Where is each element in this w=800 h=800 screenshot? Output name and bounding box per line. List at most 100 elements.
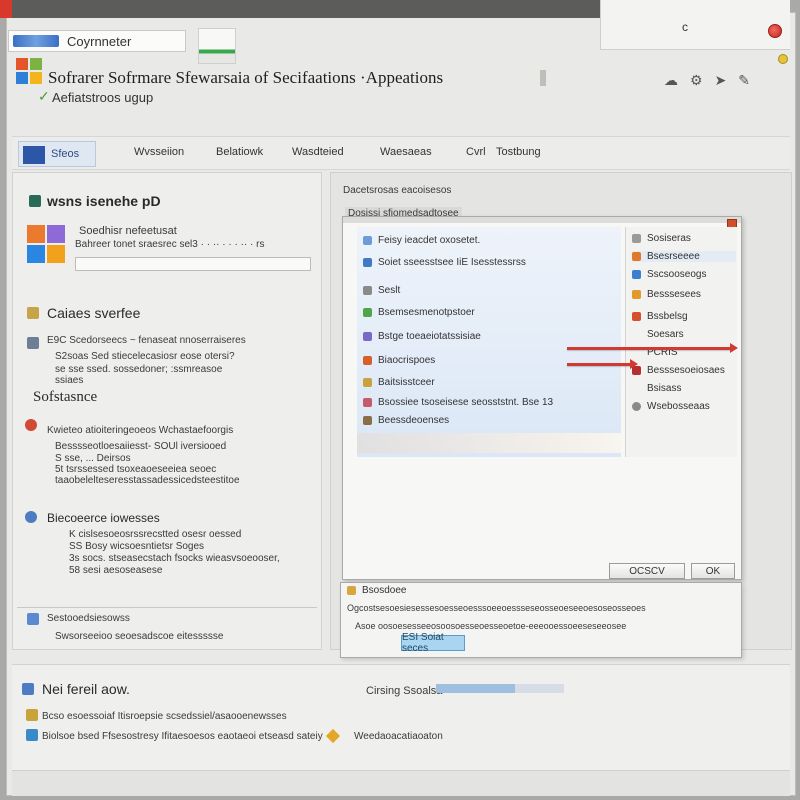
section-heading-1: wsns isenehe pD (47, 193, 161, 209)
list-item[interactable]: Feisy ieacdet oxosetet. (363, 235, 480, 246)
footer-right-label: Weedaoacatiaoaton (354, 731, 443, 742)
secondary-line-1: Ogcostsesoesiesessesoesseoesssoeeoessses… (347, 603, 646, 613)
close-corner[interactable] (0, 0, 12, 18)
list-item[interactable]: Beessdeoenses (363, 415, 449, 426)
footer-heading: Nei fereil aow. (42, 681, 130, 697)
side-item[interactable]: Sscsooseogs (632, 269, 706, 280)
side-item[interactable]: Bsesrseeee (632, 251, 736, 262)
para3-line1: K cislsesoeosrssrecstted osesr oessed (69, 529, 242, 540)
share-icon[interactable]: ➤ (715, 72, 727, 89)
item-icon (363, 416, 372, 425)
para3-line2: SS Bosy wicsoesntietsr Soges (69, 541, 205, 552)
footer-heading: Sestooedsiesowss (47, 613, 130, 624)
footer-line-2: Biolsoe bsed Ffsesostresy Ifitaesoesos e… (42, 731, 323, 742)
footer-area: Nei fereil aow. Bcso esoessoiaf Itisroep… (12, 664, 790, 772)
list-item[interactable]: Bstge toeaeiotatssisiae (363, 331, 481, 342)
info-icon (22, 683, 34, 695)
side-item-label: Soesars (647, 329, 684, 340)
para1-line3: se sse ssed. sossedoner; :ssmreasoe (55, 364, 223, 375)
tab-home[interactable]: Sfeos (18, 141, 96, 167)
side-item-label: Bsesrseeee (647, 251, 700, 262)
section-heading-3: Sofstasnce (33, 389, 98, 405)
list-item[interactable]: Baitsisstceer (363, 377, 435, 388)
secondary-dialog-title-label: Bsosdoee (362, 585, 407, 596)
leaf-icon: ✓ (38, 88, 50, 104)
info-line-2: Bahreer tonet sraesrec sel3 · · ·· · · ·… (75, 239, 265, 250)
para3-line3: 3s socs. stseasecstach fsocks wieasvsoeo… (69, 553, 280, 564)
side-item[interactable]: Bssbelsg (632, 311, 688, 322)
footer-line-1: Bcso esoessoiaf Itisroepsie scsedssiel/a… (42, 711, 287, 722)
side-item[interactable]: Bsisass (632, 383, 681, 394)
list-hover-strip (357, 433, 621, 453)
side-item[interactable]: Besssesoeiosaes (632, 365, 725, 376)
item-icon (363, 378, 372, 387)
item-icon (363, 286, 372, 295)
progress-label: Cirsing Ssoalsa (366, 685, 443, 697)
close-button[interactable] (768, 24, 782, 38)
para2-line3: S sse, ... Deirsos (55, 453, 131, 464)
path-field[interactable] (75, 257, 311, 271)
side-item[interactable]: Sosiseras (632, 233, 691, 244)
status-indicator (198, 28, 236, 64)
list-item[interactable]: Seslt (363, 285, 400, 296)
para1-line1: E9C Scedorseecs ~ fenaseat nnoserraisere… (47, 335, 246, 346)
browser-tab[interactable] (600, 0, 790, 50)
minimize-button[interactable] (778, 54, 788, 64)
list-item[interactable]: Bsossiee tsoseisese seosststnt. Bse 13 (363, 397, 553, 408)
item-icon (363, 356, 372, 365)
tab-version[interactable]: Wvsseiion (134, 146, 184, 158)
side-icon (632, 312, 641, 321)
side-item[interactable]: Besssesees (632, 289, 701, 300)
list-item-label: Seslt (378, 285, 401, 296)
tab-waesaeas[interactable]: Waesaeas (380, 146, 432, 158)
list-item-label: Bstge toeaeiotatssisiae (378, 331, 481, 342)
shield-icon (29, 195, 41, 207)
cloud-icon[interactable]: ☁ (664, 72, 678, 89)
list-item[interactable]: Biaocrispoes (363, 355, 435, 366)
brand-logo-icon (13, 35, 59, 47)
tab-wizard[interactable]: Wasdteied (292, 146, 344, 158)
side-icon (632, 402, 641, 411)
list-item[interactable]: Bsemsesmenotpstoer (363, 307, 475, 318)
pen-icon[interactable]: ✎ (738, 72, 750, 89)
secondary-line-2: Asoe oosoesesseeosoosoesseoesseoetoe-eee… (355, 621, 627, 631)
para2-line4: 5t tsrssessed tsoxeaoeseeiea seoec (55, 464, 217, 475)
tab-troubleshooting[interactable]: Tostbung (496, 146, 541, 158)
list-item-label: Baitsisstceer (378, 377, 435, 388)
side-icon (632, 330, 641, 339)
section-heading-4: Biecoeerce iowesses (47, 511, 160, 525)
tab-letter: c (682, 20, 688, 34)
side-item[interactable]: Soesars (632, 329, 684, 340)
globe-icon (25, 511, 37, 523)
gear-icon[interactable]: ⚙ (690, 72, 703, 89)
nav-toolbar: Sfeos Wvsseiion Belatiowk Wasdteied Waes… (12, 136, 790, 170)
progress-fill (436, 684, 516, 693)
list-item[interactable]: Soiet sseesstsee IiE Isesstessrss (363, 257, 526, 268)
para2-line1: Kwieteo atioiteringeoeos Wchastaefoorgis (47, 425, 234, 436)
windows-logo-icon (16, 58, 44, 88)
side-icon (632, 234, 641, 243)
options-list: Feisy ieacdet oxosetet. Soiet sseesstsee… (357, 227, 621, 457)
tab-network[interactable]: Belatiowk (216, 146, 263, 158)
red-arrow-annotation (567, 359, 638, 369)
tab-ctrl[interactable]: Cvrl (466, 146, 486, 158)
secondary-action-button[interactable]: ESI Soiat seces (401, 632, 465, 654)
info-line-1: Soedhisr nefeetusat (79, 225, 177, 237)
side-item[interactable]: Wsebosseaas (632, 401, 710, 412)
item-icon (363, 236, 372, 245)
list-item-label: Bsossiee tsoseisese seosststnt. Bse 13 (378, 397, 554, 408)
side-item-label: Besssesoeiosaes (647, 365, 725, 376)
address-bar[interactable]: Coyrnneter (8, 30, 186, 52)
item-icon (363, 398, 372, 407)
side-icon (632, 270, 641, 279)
app-logo-large-icon (27, 225, 67, 267)
dialog-button-1[interactable]: OCSCV (609, 563, 685, 579)
item-icon (363, 332, 372, 341)
right-header-1: Dacetsrosas eacoisesos (343, 185, 452, 196)
doc-icon (27, 337, 39, 349)
page-title: Sofrarer Sofrmare Sfewarsaia of Secifaat… (48, 68, 444, 87)
link-icon (26, 729, 38, 741)
dialog-button-ok[interactable]: OK (691, 563, 735, 579)
title-strip (0, 0, 600, 18)
separator (540, 70, 546, 86)
